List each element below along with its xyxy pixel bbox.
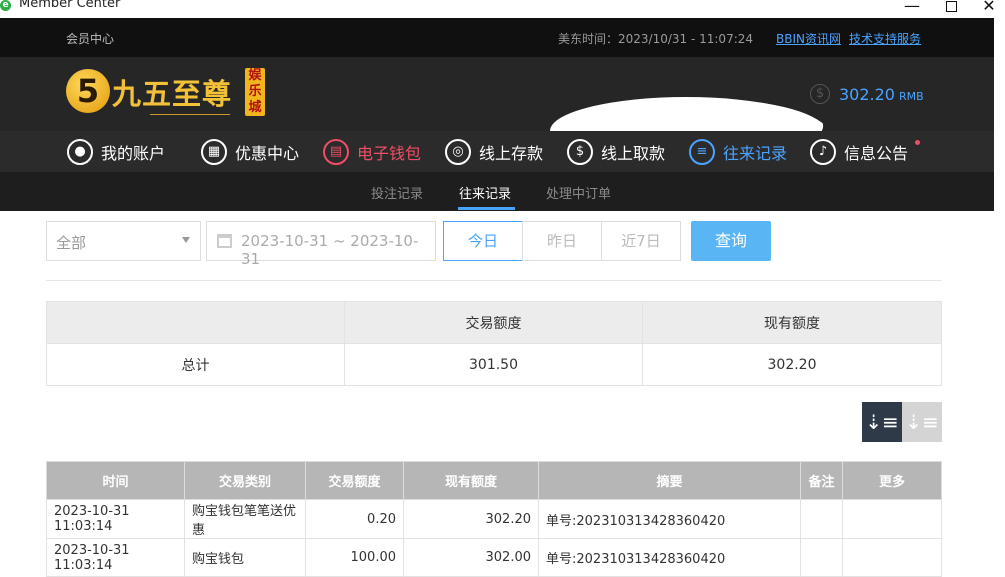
bbin-news-link[interactable]: BBIN资讯网: [776, 30, 841, 47]
balance-display: 302.20 RMB: [839, 85, 924, 104]
user-icon: ●: [67, 139, 93, 165]
nav-label: 线上取款: [601, 144, 666, 163]
east-time: 美东时间：2023/10/31 - 11:07:24: [558, 32, 754, 46]
nav-my-account[interactable]: ● 我的账户: [67, 138, 165, 166]
date-range-input[interactable]: 2023-10-31 ~ 2023-10-31: [206, 221, 436, 268]
cell-amount: 0.20: [305, 499, 404, 539]
window-title: Member Center: [19, 0, 121, 11]
nav-announcements[interactable]: ♪ 信息公告: [810, 138, 908, 166]
balance-amount: 302.20: [839, 85, 895, 104]
nav-label: 优惠中心: [235, 144, 300, 163]
cell-time: 2023-10-31 11:03:14: [46, 499, 185, 539]
type-select-value: 全部: [56, 234, 87, 252]
cell-note: [800, 499, 843, 539]
nav-label: 信息公告: [844, 144, 909, 163]
balance-coin-icon: $: [810, 84, 830, 104]
tab-transaction-records[interactable]: 往来记录: [459, 183, 511, 202]
main-nav: ● 我的账户 ▦ 优惠中心 ▤ 电子钱包 ◎ 线上存款 $ 线上取款 ≡ 往来记…: [0, 131, 994, 172]
wallet-icon: ▤: [323, 139, 349, 165]
sort-asc-button[interactable]: ⇣≡: [902, 402, 942, 442]
sort-desc-icon: ⇣≡: [865, 410, 899, 434]
cell-time: 2023-10-31 11:03:14: [46, 538, 185, 577]
gift-icon: ▦: [201, 139, 227, 165]
summary-header-cell: [46, 301, 345, 344]
maximize-button[interactable]: [936, 0, 966, 16]
notification-dot: [915, 140, 920, 145]
nav-withdraw[interactable]: $ 线上取款: [567, 138, 665, 166]
summary-header-cell: 现有额度: [642, 301, 942, 344]
app-icon: e: [0, 0, 11, 11]
nav-e-wallet[interactable]: ▤ 电子钱包: [323, 138, 421, 166]
summary-total-row: 总计 301.50 302.20: [46, 343, 942, 386]
cell-note: [800, 538, 843, 577]
logo-ornament: [150, 111, 230, 115]
divider: [46, 280, 942, 281]
summary-total-amount: 301.50: [344, 343, 643, 386]
tab-bet-records[interactable]: 投注记录: [371, 183, 423, 202]
record-icon: ≡: [689, 139, 715, 165]
date-range-value: 2023-10-31 ~ 2023-10-31: [241, 232, 419, 268]
col-time: 时间: [46, 461, 185, 500]
nav-label: 我的账户: [101, 144, 166, 163]
bell-icon: ♪: [810, 139, 836, 165]
cell-amount: 100.00: [305, 538, 404, 577]
today-button[interactable]: 今日: [443, 221, 523, 261]
deposit-icon: ◎: [445, 139, 471, 165]
sort-desc-button[interactable]: ⇣≡: [862, 402, 902, 442]
summary-header-cell: 交易额度: [344, 301, 643, 344]
summary-current-balance: 302.20: [642, 343, 942, 386]
nav-label: 往来记录: [723, 144, 788, 163]
tech-support-link[interactable]: 技术支持服务: [849, 30, 921, 47]
cell-balance: 302.20: [403, 499, 539, 539]
calendar-icon: [217, 234, 232, 248]
window-titlebar: e Member Center — ✕: [0, 0, 1005, 18]
cell-more[interactable]: [842, 538, 942, 577]
cell-more[interactable]: [842, 499, 942, 539]
topbar: 会员中心 美东时间：2023/10/31 - 11:07:24 BBIN资讯网 …: [0, 18, 994, 57]
minimize-button[interactable]: —: [897, 0, 927, 16]
last-7-days-button[interactable]: 近7日: [601, 221, 681, 261]
withdraw-icon: $: [567, 139, 593, 165]
logo-text: 九五至尊: [112, 77, 233, 111]
active-tab-indicator: [458, 207, 515, 210]
table-row: 2023-10-31 11:03:14 购宝钱包笔笔送优惠 0.20 302.2…: [46, 499, 942, 539]
col-more: 更多: [842, 461, 942, 500]
sort-asc-icon: ⇣≡: [905, 410, 939, 434]
cell-summary: 单号:202310313428360420: [538, 538, 801, 577]
col-type: 交易类别: [184, 461, 306, 500]
nav-promotions[interactable]: ▦ 优惠中心: [201, 138, 299, 166]
type-select[interactable]: 全部: [46, 221, 201, 261]
nav-label: 电子钱包: [357, 144, 422, 163]
table-row: 2023-10-31 11:03:14 购宝钱包 100.00 302.00 单…: [46, 538, 942, 577]
cell-type: 购宝钱包笔笔送优惠: [184, 499, 306, 539]
balance-currency: RMB: [898, 90, 924, 103]
header: 5 九五至尊 娱乐城 $ 302.20 RMB: [0, 57, 994, 165]
query-button[interactable]: 查询: [691, 221, 771, 261]
records-header-row: 时间 交易类别 交易额度 现有额度 摘要 备注 更多: [46, 461, 942, 500]
col-amount: 交易额度: [305, 461, 404, 500]
cell-summary: 单号:202310313428360420: [538, 499, 801, 539]
summary-table: 交易额度 现有额度 总计 301.50 302.20: [46, 301, 942, 386]
nav-deposit[interactable]: ◎ 线上存款: [445, 138, 543, 166]
summary-header-row: 交易额度 现有额度: [46, 301, 942, 344]
nav-transaction-records[interactable]: ≡ 往来记录: [689, 138, 787, 166]
chevron-down-icon: [182, 237, 190, 243]
col-balance: 现有额度: [403, 461, 539, 500]
col-summary: 摘要: [538, 461, 801, 500]
close-button[interactable]: ✕: [974, 0, 1004, 16]
tab-pending-orders[interactable]: 处理中订单: [546, 183, 611, 202]
sub-nav: 投注记录 往来记录 处理中订单: [0, 172, 994, 211]
nav-label: 线上存款: [479, 144, 544, 163]
logo-icon: 5: [66, 69, 110, 113]
yesterday-button[interactable]: 昨日: [522, 221, 602, 261]
summary-total-label: 总计: [46, 343, 345, 386]
cell-type: 购宝钱包: [184, 538, 306, 577]
col-note: 备注: [800, 461, 843, 500]
member-center-label: 会员中心: [66, 32, 115, 46]
records-table: 时间 交易类别 交易额度 现有额度 摘要 备注 更多 2023-10-31 11…: [46, 461, 942, 577]
cell-balance: 302.00: [403, 538, 539, 577]
logo-badge: 娱乐城: [245, 68, 265, 116]
